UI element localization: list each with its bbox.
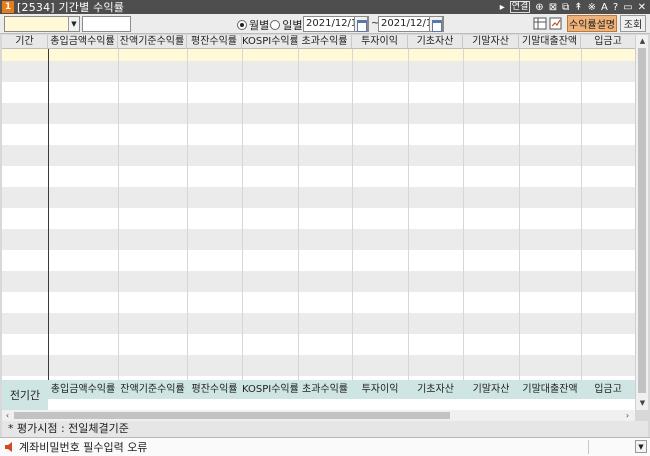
- table-row[interactable]: [2, 145, 635, 166]
- radio-monthly[interactable]: [237, 20, 247, 30]
- col-excess-yield[interactable]: 초과수익률: [298, 35, 352, 49]
- radio-daily[interactable]: [270, 20, 281, 30]
- chevron-down-icon[interactable]: ▼: [635, 440, 647, 453]
- table-row[interactable]: [2, 187, 635, 208]
- table-row[interactable]: [2, 166, 635, 187]
- scroll-right-icon[interactable]: ›: [622, 410, 633, 421]
- scroll-up-icon[interactable]: ▲: [636, 35, 649, 47]
- col-opening-assets[interactable]: 기초자산: [408, 35, 463, 49]
- summary-col-label: 기말대출잔액: [522, 384, 578, 395]
- column-divider: [187, 49, 188, 384]
- yield-explanation-button[interactable]: 수익률설명: [567, 15, 617, 32]
- table-row[interactable]: [2, 271, 635, 292]
- column-divider: [298, 49, 299, 384]
- status-divider: [588, 440, 589, 454]
- table-row[interactable]: [2, 355, 635, 376]
- settings-icon[interactable]: ※: [588, 2, 596, 13]
- query-toolbar: ▼ 월별 일별 2021/12/17 ~ 2021/12/17 수익률설명 조회: [0, 14, 650, 34]
- table-row[interactable]: [2, 334, 635, 355]
- status-message: 계좌비밀번호 필수입력 오류: [19, 441, 148, 454]
- close-icon[interactable]: ✕: [638, 2, 646, 13]
- valuation-note: * 평가시점 : 전일체결기준: [2, 421, 648, 437]
- copy-icon[interactable]: ⧉: [562, 2, 569, 13]
- play-icon[interactable]: ▸: [500, 2, 505, 13]
- summary-col-label: KOSPI수익률: [242, 384, 298, 395]
- status-bar: 계좌비밀번호 필수입력 오류 ▼: [0, 437, 650, 456]
- col-closing-assets[interactable]: 기말자산: [463, 35, 519, 49]
- column-divider: [408, 49, 409, 384]
- col-period[interactable]: 기간: [2, 35, 48, 49]
- grid-header: 기간 총입금액수익률 잔액기준수익률 평잔수익률 KOSPI수익률 초과수익률 …: [2, 35, 635, 49]
- vertical-scroll-thumb[interactable]: [638, 48, 646, 393]
- scroll-left-icon[interactable]: ‹: [2, 410, 13, 421]
- summary-col-label: 총입금액수익률: [50, 384, 116, 395]
- help-icon[interactable]: ?: [613, 2, 618, 13]
- column-divider: [352, 49, 353, 384]
- column-divider: [118, 49, 119, 384]
- font-size-icon[interactable]: A: [601, 2, 608, 13]
- speaker-icon: [5, 442, 12, 452]
- chevron-down-icon[interactable]: ▼: [68, 17, 79, 31]
- screen-number-badge: 1: [2, 1, 14, 13]
- horizontal-scrollbar[interactable]: ‹ ›: [2, 410, 635, 421]
- table-row[interactable]: [2, 82, 635, 103]
- summary-col-label: 초과수익률: [302, 384, 348, 395]
- col-closing-loan-balance[interactable]: 기말대출잔액: [519, 35, 581, 49]
- table-row[interactable]: [2, 313, 635, 334]
- scroll-down-icon[interactable]: ▼: [636, 397, 649, 409]
- window-title: [2534] 기간별 수익률: [17, 1, 125, 14]
- grid-settings-icon[interactable]: [533, 16, 547, 31]
- pin-icon[interactable]: ↟: [574, 2, 582, 13]
- chart-view-icon[interactable]: [549, 16, 563, 31]
- radio-daily-label[interactable]: 일별: [282, 17, 302, 33]
- print-icon[interactable]: ⊠: [549, 2, 557, 13]
- radio-monthly-label[interactable]: 월별: [249, 17, 269, 33]
- title-bar: 1 [2534] 기간별 수익률 ▸ 연결 ⊕ ⊠ ⧉ ↟ ※ A ? ▭ ✕: [0, 0, 650, 14]
- summary-col-label: 기초자산: [417, 384, 454, 395]
- summary-label: 전기간: [2, 380, 48, 410]
- calendar-icon[interactable]: [429, 16, 443, 32]
- summary-col-label: 투자이익: [361, 384, 399, 395]
- summary-col-label: 기말자산: [472, 384, 510, 395]
- table-row[interactable]: [2, 61, 635, 82]
- account-combo[interactable]: ▼: [4, 16, 80, 32]
- table-row[interactable]: [2, 229, 635, 250]
- column-divider: [463, 49, 464, 384]
- yield-grid: 기간 총입금액수익률 잔액기준수익률 평잔수익률 KOSPI수익률 초과수익률 …: [2, 35, 635, 410]
- grid-summary-footer: 전기간 총입금액수익률 잔액기준수익률 평잔수익률 KOSPI수익률 초과수익률…: [2, 380, 635, 410]
- table-row[interactable]: [2, 250, 635, 271]
- col-balance-yield[interactable]: 잔액기준수익률: [118, 35, 187, 49]
- summary-col-label: 입금고: [594, 384, 622, 395]
- table-row[interactable]: [2, 208, 635, 229]
- horizontal-scroll-thumb[interactable]: [14, 412, 450, 419]
- col-kospi-yield[interactable]: KOSPI수익률: [242, 35, 298, 49]
- column-divider: [581, 49, 582, 384]
- table-row[interactable]: [2, 103, 635, 124]
- col-total-deposit-yield[interactable]: 총입금액수익률: [48, 35, 118, 49]
- col-deposit[interactable]: 입금고: [581, 35, 635, 49]
- summary-col-label: 평잔수익률: [191, 384, 238, 395]
- query-button[interactable]: 조회: [620, 15, 646, 32]
- column-divider: [519, 49, 520, 384]
- table-row[interactable]: [2, 49, 635, 61]
- title-tools: ▸ 연결 ⊕ ⊠ ⧉ ↟ ※ A ? ▭ ✕: [500, 0, 646, 14]
- password-field[interactable]: [82, 16, 131, 32]
- table-row[interactable]: [2, 292, 635, 313]
- period-radio-group: 월별 일별: [237, 17, 303, 33]
- link-button[interactable]: 연결: [509, 1, 531, 13]
- zoom-icon[interactable]: ⊕: [535, 2, 543, 13]
- summary-col-label: 잔액기준수익률: [120, 384, 185, 395]
- calendar-icon[interactable]: [354, 16, 368, 32]
- col-average-balance-yield[interactable]: 평잔수익률: [187, 35, 242, 49]
- table-row[interactable]: [2, 124, 635, 145]
- col-investment-profit[interactable]: 투자이익: [352, 35, 408, 49]
- column-divider: [242, 49, 243, 384]
- maximize-icon[interactable]: ▭: [623, 2, 632, 13]
- vertical-scrollbar[interactable]: ▲ ▼: [635, 35, 648, 410]
- column-divider: [48, 49, 49, 384]
